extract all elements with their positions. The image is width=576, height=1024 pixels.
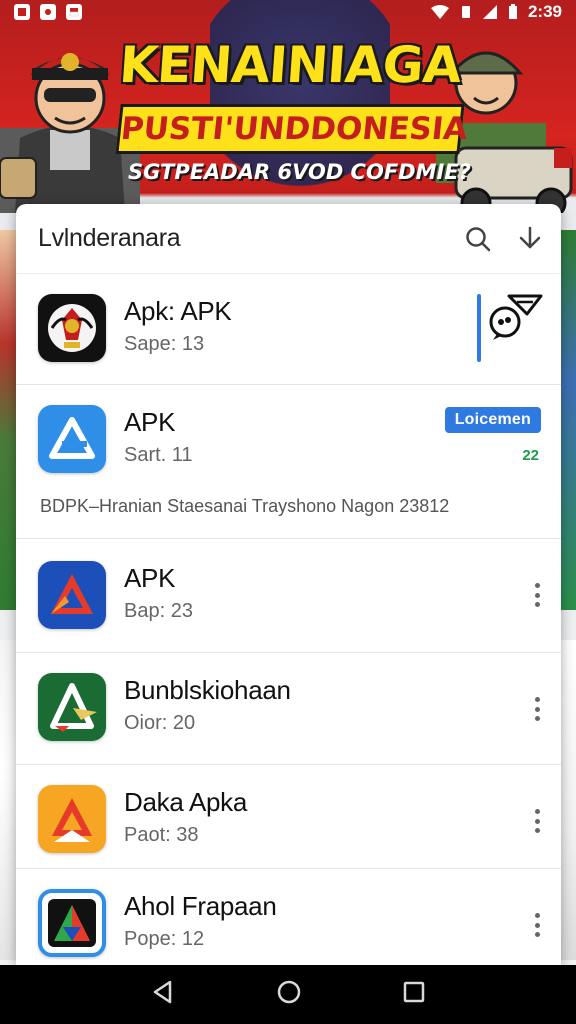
orange-triangle-app-icon: [38, 785, 106, 853]
red-triangle-app-icon: [38, 561, 106, 629]
app-list-item[interactable]: Ahol Frapaan Pope: 12: [16, 869, 561, 965]
search-icon: [466, 226, 491, 251]
status-bar: 2:39: [0, 0, 576, 24]
sheet-header: Lvlnderanara: [16, 204, 561, 274]
scroll-indicator: [477, 294, 481, 362]
back-icon: [153, 980, 172, 1004]
home-icon: [277, 980, 301, 1004]
navigation-bar: [0, 965, 576, 1024]
chat-icon: [489, 294, 543, 340]
more-options-button[interactable]: [529, 693, 545, 725]
app-list-item[interactable]: Daka Apka Paot: 38: [16, 765, 561, 869]
banner-headline: KENAINIAGA: [117, 36, 463, 94]
multicolor-app-icon: [38, 889, 106, 957]
app-name: Bunblskiohaan: [124, 675, 291, 705]
more-options-button[interactable]: [529, 579, 545, 611]
recents-icon: [403, 981, 425, 1003]
more-options-button[interactable]: [529, 805, 545, 837]
app-badge: 22: [522, 447, 539, 464]
app-list-item[interactable]: Bunblskiohaan Oior: 20: [16, 653, 561, 765]
wifi-icon: [430, 5, 449, 19]
back-button[interactable]: [150, 979, 176, 1010]
app-list-sheet: Lvlnderanara Apk: APK Sape: 13 APK Sart.…: [16, 204, 561, 965]
emblem-app-icon: [38, 294, 106, 362]
signal-icon: [482, 5, 497, 19]
app-list-item[interactable]: Apk: APK Sape: 13: [16, 274, 561, 385]
sheet-title: Lvlnderanara: [38, 224, 181, 252]
app-name: Daka Apka: [124, 787, 248, 817]
background-decoration-right: [560, 230, 576, 610]
app-list-item[interactable]: APK Bap: 23: [16, 539, 561, 653]
more-options-button[interactable]: [529, 909, 545, 941]
search-button[interactable]: [463, 224, 493, 254]
app-description: BDPK–Hranian Staesanai Trayshono Nagon 2…: [40, 496, 450, 516]
background-panel-right: [560, 640, 576, 960]
download-icon: [519, 226, 541, 248]
green-triangle-app-icon: [38, 673, 106, 741]
status-time: 2:39: [527, 2, 562, 21]
notification-app-icon: [14, 4, 30, 20]
chat-button[interactable]: [487, 290, 543, 345]
download-button[interactable]: [515, 224, 545, 254]
app-meta: Bap: 23: [124, 600, 193, 622]
vibrate-icon: [461, 6, 470, 18]
app-meta: Oior: 20: [124, 712, 196, 734]
app-meta: Pope: 12: [124, 928, 205, 950]
battery-icon: [508, 4, 517, 19]
banner-subheadline: PUSTI'UNDDONESIA: [115, 104, 469, 154]
recents-button[interactable]: [402, 980, 426, 1009]
blue-triangle-app-icon: [38, 405, 106, 473]
notification-photo-icon: [40, 4, 56, 20]
install-button[interactable]: Loicemen: [444, 407, 541, 433]
app-meta: Paot: 38: [124, 824, 199, 846]
app-meta: Sape: 13: [124, 333, 205, 355]
app-name: APK: [124, 563, 176, 593]
home-button[interactable]: [276, 979, 302, 1010]
app-list-item[interactable]: APK Sart. 11 BDPK–Hranian Staesanai Tray…: [16, 385, 561, 539]
app-name: Ahol Frapaan: [124, 891, 277, 921]
app-meta: Sart. 11: [124, 444, 193, 466]
app-name: Apk: APK: [124, 296, 232, 326]
notification-flag-icon: [66, 4, 82, 20]
banner-tagline: SGTPEADAR 6VOD COFDMIE?: [128, 160, 471, 184]
